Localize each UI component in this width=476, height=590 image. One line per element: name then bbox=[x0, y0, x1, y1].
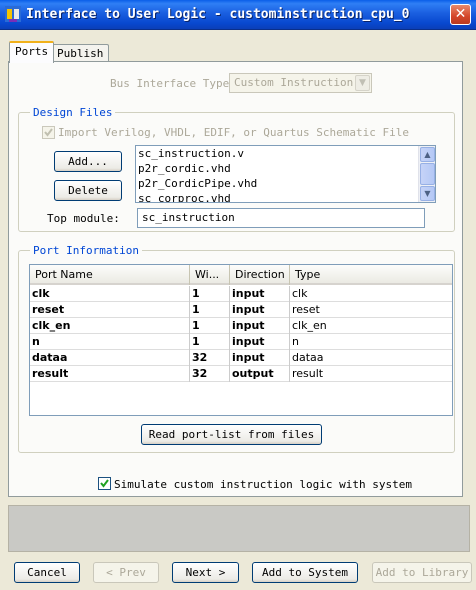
cancel-button-label: Cancel bbox=[27, 566, 67, 579]
list-item[interactable]: sc_instruction.v bbox=[136, 146, 435, 161]
port-name-cell: clk_en bbox=[30, 318, 190, 334]
table-row[interactable]: result 32 output result bbox=[30, 366, 452, 382]
port-width-cell: 32 bbox=[190, 366, 230, 382]
port-direction-cell: input bbox=[230, 302, 290, 318]
port-type-cell: dataa bbox=[292, 351, 324, 364]
add-button[interactable]: Add... bbox=[54, 151, 122, 172]
tab-publish-label: Publish bbox=[57, 47, 104, 60]
prev-button[interactable]: < Prev bbox=[93, 562, 159, 583]
column-header-type[interactable]: Type bbox=[290, 265, 452, 285]
column-header-port-name[interactable]: Port Name bbox=[30, 265, 190, 285]
top-module-value: sc_instruction bbox=[142, 211, 235, 224]
design-files-list[interactable]: sc_instruction.v p2r_cordic.vhd p2r_Cord… bbox=[135, 145, 436, 203]
design-files-legend: Design Files bbox=[30, 106, 116, 119]
prev-button-label: < Prev bbox=[106, 566, 146, 579]
read-port-list-button[interactable]: Read port-list from files bbox=[141, 424, 322, 445]
tab-ports[interactable]: Ports bbox=[9, 41, 55, 63]
port-table-header: Port Name Wi... Direction Type bbox=[30, 265, 452, 285]
scroll-up-icon[interactable]: ▲ bbox=[420, 147, 435, 162]
port-width-cell: 1 bbox=[190, 318, 230, 334]
tab-ports-label: Ports bbox=[15, 45, 49, 58]
port-type-cell: clk bbox=[292, 287, 308, 300]
port-width-cell: 1 bbox=[190, 334, 230, 350]
port-width-cell: 32 bbox=[190, 350, 230, 366]
port-name-cell: dataa bbox=[30, 350, 190, 366]
table-row[interactable]: reset 1 input reset bbox=[30, 302, 452, 318]
bus-interface-value: Custom Instruction bbox=[234, 76, 354, 89]
next-button-label: Next > bbox=[185, 566, 226, 579]
table-row[interactable]: clk_en 1 input clk_en bbox=[30, 318, 452, 334]
app-icon bbox=[5, 6, 21, 22]
add-button-label: Add... bbox=[68, 155, 108, 168]
chevron-down-icon: ▼ bbox=[355, 75, 370, 91]
port-type-cell: reset bbox=[292, 303, 320, 316]
column-header-width[interactable]: Wi... bbox=[190, 265, 230, 285]
simulate-checkbox[interactable] bbox=[98, 477, 111, 490]
tab-publish[interactable]: Publish bbox=[51, 44, 110, 62]
bus-interface-select[interactable]: Custom Instruction ▼ bbox=[229, 73, 372, 93]
port-type-cell: result bbox=[292, 367, 324, 380]
top-module-field[interactable]: sc_instruction bbox=[137, 208, 425, 228]
port-direction-cell: output bbox=[230, 366, 290, 382]
delete-button-label: Delete bbox=[68, 184, 108, 197]
port-name-cell: reset bbox=[30, 302, 190, 318]
port-information-legend: Port Information bbox=[30, 244, 142, 257]
table-row[interactable]: clk 1 input clk bbox=[30, 286, 452, 302]
port-type-cell: n bbox=[292, 335, 299, 348]
checkmark-icon bbox=[100, 479, 109, 488]
port-direction-cell: input bbox=[230, 350, 290, 366]
message-area bbox=[8, 505, 470, 552]
port-width-cell: 1 bbox=[190, 286, 230, 302]
port-direction-cell: input bbox=[230, 334, 290, 350]
import-label: Import Verilog, VHDL, EDIF, or Quartus S… bbox=[58, 126, 409, 139]
checkmark-icon bbox=[44, 128, 53, 137]
window-title: Interface to User Logic - custominstruct… bbox=[26, 7, 410, 22]
top-module-label: Top module: bbox=[47, 212, 120, 225]
table-row[interactable]: n 1 input n bbox=[30, 334, 452, 350]
port-table[interactable]: Port Name Wi... Direction Type clk 1 inp… bbox=[29, 264, 453, 416]
port-name-cell: n bbox=[30, 334, 190, 350]
list-item[interactable]: sc_corproc.vhd bbox=[136, 191, 435, 202]
simulate-label: Simulate custom instruction logic with s… bbox=[114, 478, 413, 491]
add-to-library-label: Add to Library bbox=[375, 566, 469, 579]
port-direction-cell: input bbox=[230, 286, 290, 302]
add-to-system-button[interactable]: Add to System bbox=[252, 562, 358, 583]
port-type-cell: clk_en bbox=[292, 319, 327, 332]
scroll-thumb[interactable] bbox=[420, 163, 435, 185]
import-checkbox[interactable] bbox=[42, 126, 55, 139]
port-name-cell: clk bbox=[30, 286, 190, 302]
cancel-button[interactable]: Cancel bbox=[14, 562, 80, 583]
scroll-down-icon[interactable]: ▼ bbox=[420, 186, 435, 201]
port-name-cell: result bbox=[30, 366, 190, 382]
port-direction-cell: input bbox=[230, 318, 290, 334]
files-scrollbar[interactable]: ▲ ▼ bbox=[418, 146, 435, 202]
next-button[interactable]: Next > bbox=[172, 562, 239, 583]
port-width-cell: 1 bbox=[190, 302, 230, 318]
delete-button[interactable]: Delete bbox=[54, 180, 122, 201]
read-port-list-label: Read port-list from files bbox=[148, 428, 315, 441]
add-to-library-button[interactable]: Add to Library bbox=[372, 562, 472, 583]
list-item[interactable]: p2r_cordic.vhd bbox=[136, 161, 435, 176]
column-header-direction[interactable]: Direction bbox=[230, 265, 290, 285]
title-bar[interactable]: Interface to User Logic - custominstruct… bbox=[0, 0, 476, 30]
close-icon: ✕ bbox=[454, 6, 467, 22]
bus-interface-label: Bus Interface Type: bbox=[110, 77, 236, 90]
list-item[interactable]: p2r_CordicPipe.vhd bbox=[136, 176, 435, 191]
table-row[interactable]: dataa 32 input dataa bbox=[30, 350, 452, 366]
add-to-system-label: Add to System bbox=[261, 566, 349, 579]
close-button[interactable]: ✕ bbox=[450, 4, 471, 25]
